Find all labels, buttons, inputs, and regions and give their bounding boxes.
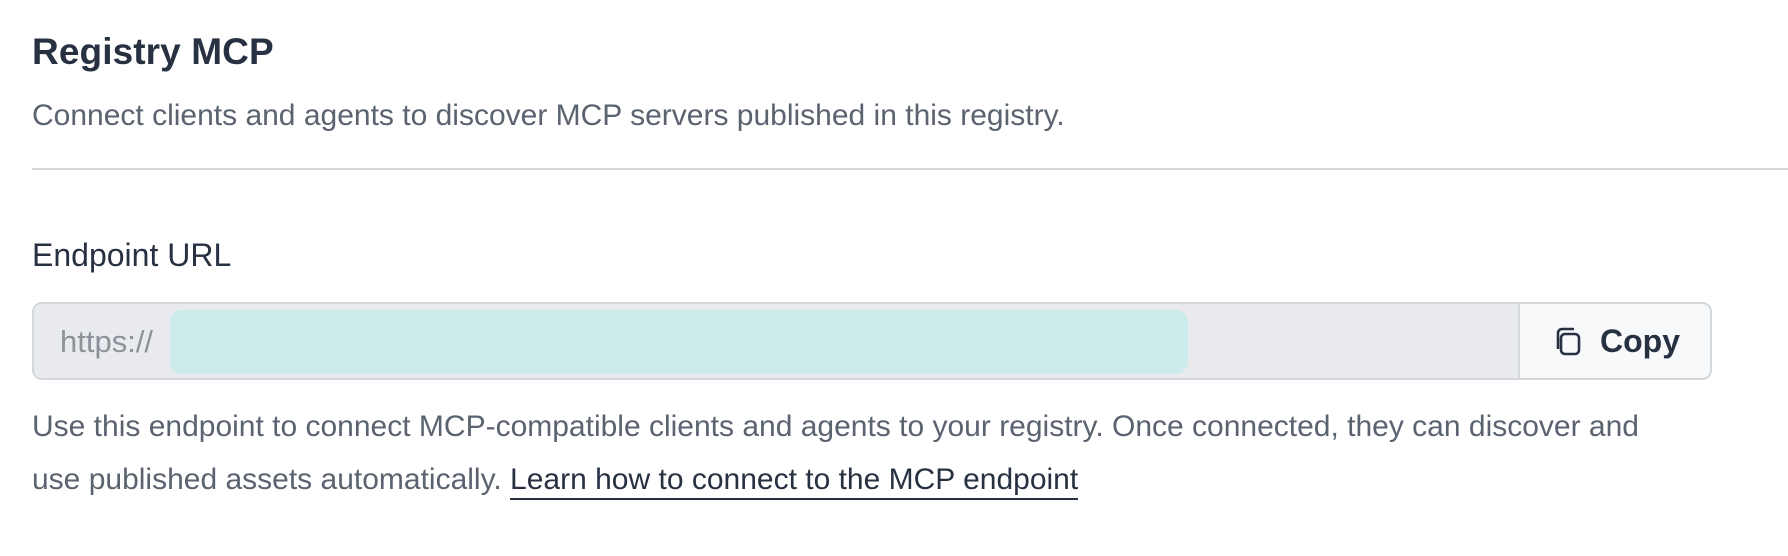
- section-title: Registry MCP: [32, 31, 274, 72]
- learn-connect-mcp-link[interactable]: Learn how to connect to the MCP endpoint: [510, 463, 1079, 500]
- copy-button-label: Copy: [1600, 322, 1680, 359]
- copy-icon: [1550, 324, 1584, 358]
- endpoint-url-row: https:// Copy: [32, 302, 1712, 380]
- registry-mcp-section-header: Registry MCP Connect clients and agents …: [32, 30, 1788, 134]
- endpoint-help-text: Use this endpoint to connect MCP-compati…: [32, 400, 1652, 506]
- section-divider: [32, 168, 1788, 170]
- endpoint-url-prefix: https://: [60, 323, 154, 359]
- endpoint-url-label: Endpoint URL: [32, 237, 232, 273]
- endpoint-url-field[interactable]: https://: [34, 304, 1518, 378]
- endpoint-url-redacted: [170, 310, 1188, 374]
- copy-button[interactable]: Copy: [1518, 304, 1710, 378]
- section-description: Connect clients and agents to discover M…: [32, 99, 1065, 133]
